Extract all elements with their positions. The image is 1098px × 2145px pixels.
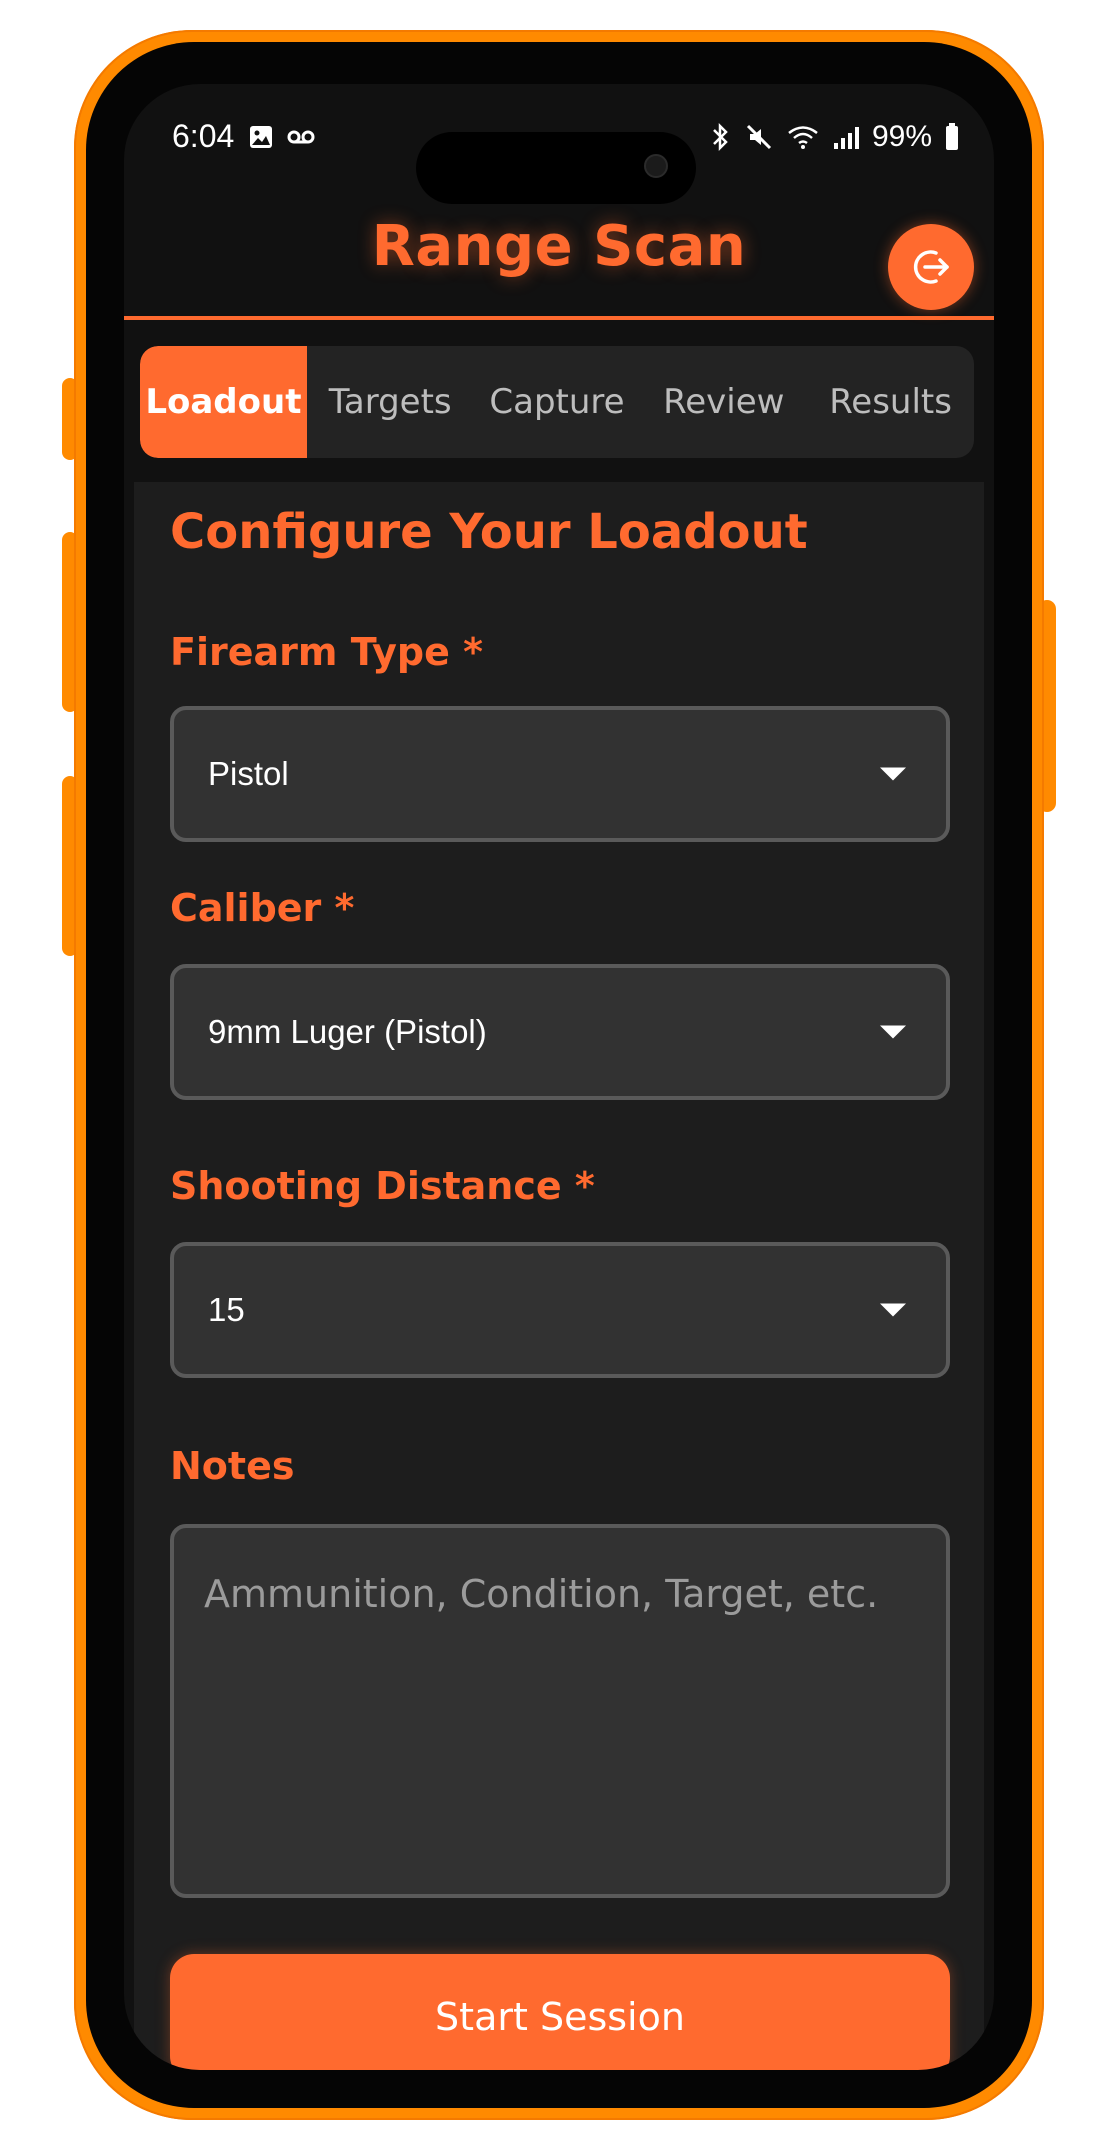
signal-icon (833, 127, 859, 149)
phone-bezel: 6:04 99% Range Scan Loadout Targets Capt… (86, 42, 1032, 2108)
status-time: 6:04 (172, 118, 235, 154)
tab-capture[interactable]: Capture (474, 346, 641, 458)
firearm-type-label: Firearm Type * (170, 630, 483, 674)
caliber-label: Caliber * (170, 886, 355, 930)
app-header: Range Scan (124, 204, 994, 320)
shooting-distance-value: 15 (208, 1291, 245, 1328)
app-screen: 6:04 99% Range Scan Loadout Targets Capt… (124, 84, 994, 2070)
chevron-down-icon (880, 1303, 906, 1317)
voicemail-icon (287, 130, 315, 144)
loadout-panel: Configure Your Loadout Firearm Type * Pi… (134, 482, 984, 2070)
tab-review[interactable]: Review (640, 346, 807, 458)
logout-button[interactable] (888, 224, 974, 310)
section-title: Configure Your Loadout (170, 504, 808, 560)
battery-icon (946, 123, 958, 150)
chevron-down-icon (880, 767, 906, 781)
bluetooth-icon (713, 122, 728, 152)
caliber-value: 9mm Luger (Pistol) (208, 1013, 487, 1050)
notes-label: Notes (170, 1444, 295, 1488)
camera-lens (644, 154, 668, 178)
shooting-distance-label: Shooting Distance * (170, 1164, 595, 1208)
firearm-type-select[interactable]: Pistol (170, 706, 950, 842)
battery-text: 99% (871, 120, 932, 153)
tab-targets[interactable]: Targets (307, 346, 474, 458)
tab-bar: Loadout Targets Capture Review Results (140, 346, 974, 458)
image-icon (250, 126, 272, 148)
status-right-icons: 99% (708, 120, 960, 154)
start-session-button[interactable]: Start Session (170, 1954, 950, 2070)
logout-icon (913, 250, 949, 284)
app-title: Range Scan (371, 214, 747, 279)
mute-icon (746, 124, 772, 150)
shooting-distance-select[interactable]: 15 (170, 1242, 950, 1378)
chevron-down-icon (880, 1025, 906, 1039)
front-camera (416, 132, 696, 204)
tab-results[interactable]: Results (807, 346, 974, 458)
phone-frame: 6:04 99% Range Scan Loadout Targets Capt… (74, 30, 1044, 2120)
notes-textarea[interactable] (170, 1524, 950, 1898)
firearm-type-value: Pistol (208, 755, 289, 792)
status-left-icons (248, 124, 316, 150)
caliber-select[interactable]: 9mm Luger (Pistol) (170, 964, 950, 1100)
tab-loadout[interactable]: Loadout (140, 346, 307, 458)
wifi-icon (788, 126, 818, 149)
